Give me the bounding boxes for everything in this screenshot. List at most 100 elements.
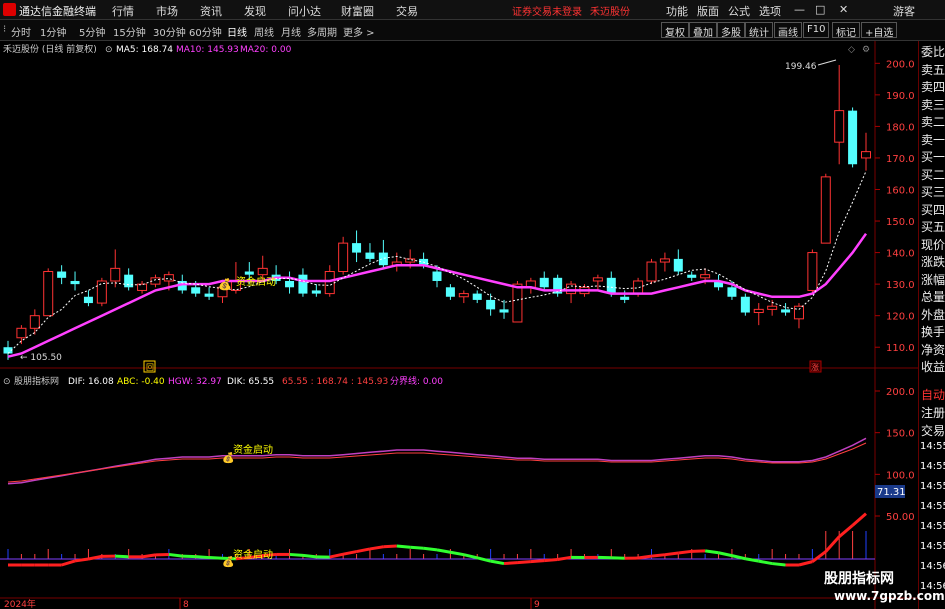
close-icon[interactable]: ✕ [839,3,848,16]
menu-faxian[interactable]: 发现 [244,3,266,19]
sidebar-item-3[interactable]: 卖三 [921,96,945,113]
toolbar-handle-icon[interactable]: ⁝ [3,24,6,35]
menu-gongshi[interactable]: 公式 [728,3,750,19]
period-weekly[interactable]: 周线 [254,24,274,39]
sidebar-item-2[interactable]: 卖四 [921,78,945,95]
sidebar-time-1: 14:55 [920,461,945,472]
candle-body [458,293,469,298]
chart-canvas[interactable]: 禾迈股份 (日线 前复权) ⊙ MA5: 168.74 MA10: 145.93… [0,41,918,609]
menu-jiaoyi[interactable]: 交易 [396,3,418,19]
sidebar-item-4[interactable]: 卖二 [921,113,945,130]
period-fenshi[interactable]: 分时 [11,24,31,39]
app-title: 通达信金融终端 [19,5,96,18]
menu-hangqing[interactable]: 行情 [112,3,134,19]
diamond-icon[interactable]: ◇ [848,45,855,55]
button-biaoji[interactable]: 标记 [832,22,860,39]
candle-body [311,290,321,294]
y-tick-label-main: 120.0 [886,312,915,323]
sidebar-item-14[interactable]: 总量 [921,288,945,305]
trade-login-alert[interactable]: 证券交易未登录 [512,3,582,18]
candle-body [606,277,616,294]
button-f10[interactable]: F10 [803,22,830,38]
sidebar-trade[interactable]: 交易 [921,422,945,439]
indicator-curve-segment [651,553,666,558]
x-label-year: 2024年 [4,598,36,609]
period-15min[interactable]: 15分钟 [113,24,146,39]
abc-label: ABC: -0.40 [117,377,165,387]
period-more[interactable]: 更多 > [343,24,375,39]
menu-banmian[interactable]: 版面 [697,3,719,19]
indicator-curve-segment [557,555,572,561]
sidebar-item-18[interactable]: 收益 [921,358,945,375]
sidebar-item-8[interactable]: 买三 [921,183,945,200]
menu-zixun[interactable]: 资讯 [200,3,222,19]
app-logo-icon [3,3,16,16]
indicator-toggle-icon[interactable]: ⊙ [3,377,11,387]
period-5min[interactable]: 5分钟 [79,24,105,39]
candle-body [673,258,683,272]
period-monthly[interactable]: 月线 [281,24,301,39]
sidebar-item-6[interactable]: 买一 [921,148,945,165]
sidebar-item-1[interactable]: 卖五 [921,61,945,78]
sidebar-item-0[interactable]: 委比 [921,43,945,60]
button-duogu[interactable]: 多股 [717,22,745,39]
legend-toggle-icon[interactable]: ⊙ [105,45,113,55]
sidebar-time-4: 14:55 [920,521,945,532]
menu-caifuquan[interactable]: 财富圈 [341,3,374,19]
sidebar-auto[interactable]: 自动 [921,386,945,403]
settings-icon[interactable]: ⚙ [862,45,870,55]
period-1min[interactable]: 1分钟 [40,24,66,39]
dif-label: DIF: 16.08 [68,377,114,387]
period-multi[interactable]: 多周期 [307,24,337,39]
indicator-curve-segment [74,557,89,563]
button-fuquan[interactable]: 复权 [661,22,689,39]
button-huaxian[interactable]: 画线 [774,22,802,39]
button-add-watchlist[interactable]: +自选 [861,22,898,39]
indicator-curve-segment [704,549,719,555]
sidebar-item-9[interactable]: 买四 [921,201,945,218]
candlestick-series [3,65,871,360]
indicator-curve-segment [544,557,558,563]
sidebar-item-17[interactable]: 净资 [921,341,945,358]
ma10-line [7,232,868,358]
candle-body [646,261,657,282]
candle-body [124,274,134,288]
button-tongji[interactable]: 统计 [745,22,773,39]
candle-body [486,299,496,310]
menu-wenxiaoda[interactable]: 问小达 [288,3,321,19]
sidebar-item-7[interactable]: 买二 [921,166,945,183]
period-60min[interactable]: 60分钟 [189,24,222,39]
stock-name-alert[interactable]: 禾迈股份 [590,3,630,18]
button-diejia[interactable]: 叠加 [689,22,717,39]
menu-shichang[interactable]: 市场 [156,3,178,19]
sidebar-item-15[interactable]: 外盘 [921,306,945,323]
candle-body [848,110,858,165]
y-tick-label-main: 190.0 [886,91,915,102]
y-ticks-main: 200.0 190.0 180.0 170.0 160.0 150.0 140.0 130.0… [875,59,915,354]
sidebar-item-10[interactable]: 买五 [921,218,945,235]
sidebar-time-0: 14:55 [920,441,945,452]
sidebar-item-11[interactable]: 现价 [921,236,945,253]
minimize-icon[interactable]: — [794,3,805,16]
sidebar-item-12[interactable]: 涨跌 [921,253,945,270]
candle-body [57,271,67,278]
candle-body [807,252,818,291]
maximize-icon[interactable]: □ [815,3,825,16]
candle-body [820,176,831,244]
menu-gongneng[interactable]: 功能 [666,3,688,19]
period-daily[interactable]: 日线 [227,24,247,39]
indicator-curve-segment [383,544,397,549]
indicator-curve-segment [369,545,384,551]
period-30min[interactable]: 30分钟 [153,24,186,39]
candle-body [727,287,737,297]
extra-label: 65.55 : 168.74 : 145.93 [282,377,388,387]
sidebar-time-2: 14:55 [920,481,945,492]
menu-xuanxiang[interactable]: 选项 [759,3,781,19]
sidebar-item-13[interactable]: 涨幅 [921,271,945,288]
sidebar-item-5[interactable]: 卖一 [921,131,945,148]
sidebar-register[interactable]: 注册 [921,404,945,421]
candle-body [740,296,750,313]
money-bag-icon: 💰 [218,278,232,291]
sidebar-item-16[interactable]: 换手 [921,323,945,340]
guest-login[interactable]: 游客 [893,3,915,19]
